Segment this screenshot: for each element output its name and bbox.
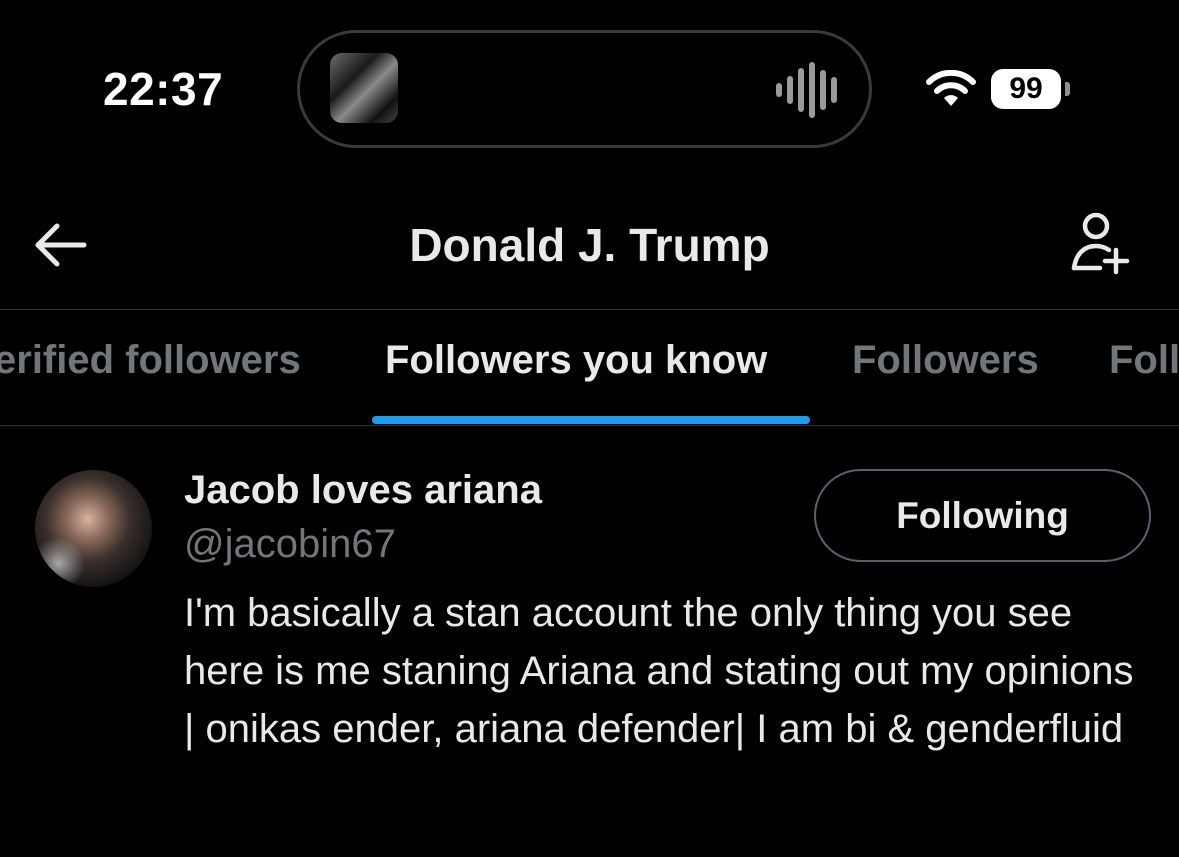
add-user-button[interactable] <box>1066 210 1134 278</box>
tab-verified-followers[interactable]: erified followers <box>0 338 301 383</box>
avatar[interactable] <box>35 470 152 587</box>
tab-following[interactable]: Foll <box>1109 338 1179 383</box>
status-time: 22:37 <box>103 63 224 115</box>
following-button[interactable]: Following <box>814 469 1151 562</box>
page-title: Donald J. Trump <box>409 219 770 271</box>
now-playing-artwork[interactable] <box>330 53 398 123</box>
battery-indicator: 99 <box>991 69 1061 109</box>
wifi-icon <box>926 70 976 106</box>
waveform-icon <box>773 61 839 119</box>
tabs-divider <box>0 425 1179 426</box>
active-tab-indicator <box>372 416 810 424</box>
dynamic-island[interactable] <box>297 30 872 148</box>
battery-cap <box>1065 82 1070 96</box>
user-bio: I'm basically a stan account the only th… <box>184 591 1134 751</box>
add-user-icon <box>1071 212 1130 275</box>
user-handle[interactable]: @jacobin67 <box>184 522 396 567</box>
tab-followers[interactable]: Followers <box>852 338 1039 383</box>
user-display-name[interactable]: Jacob loves ariana <box>184 468 542 513</box>
follower-tabs: erified followers Followers you know Fol… <box>0 310 1179 426</box>
tab-followers-you-know[interactable]: Followers you know <box>385 338 767 383</box>
